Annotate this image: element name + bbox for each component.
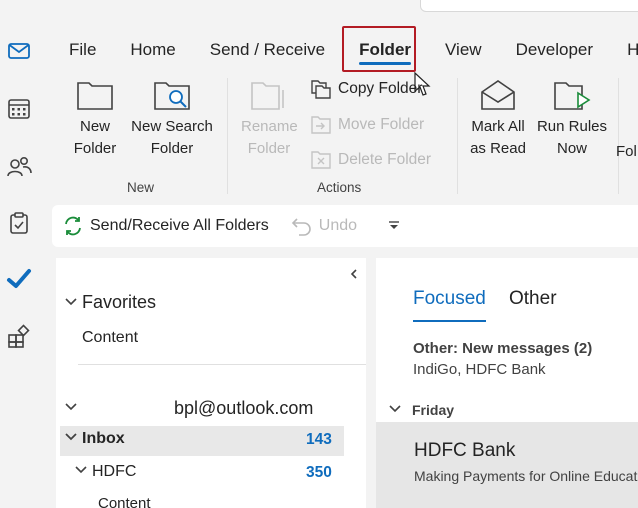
copy-folder-icon xyxy=(311,80,331,99)
chevron-down-icon xyxy=(65,433,77,441)
search-box[interactable] xyxy=(420,0,638,12)
ribbon: New Folder New Search Folder New Rename … xyxy=(52,70,638,200)
run-rules-now-label: Run Rules Now xyxy=(536,118,608,157)
copy-folder-button[interactable]: Copy Folder xyxy=(310,76,422,102)
message-list: Focused Other Other: New messages (2) In… xyxy=(376,258,638,508)
move-folder-button[interactable]: Move Folder xyxy=(310,112,424,138)
new-folder-button[interactable]: New Folder xyxy=(62,70,128,160)
tab-send-receive[interactable]: Send / Receive xyxy=(193,33,342,67)
ribbon-separator xyxy=(227,78,228,194)
hdfc-label: HDFC xyxy=(92,463,137,480)
quick-access-toolbar: Send/Receive All Folders Undo xyxy=(52,205,638,247)
todo-check-icon[interactable] xyxy=(4,264,34,294)
message-subject: Making Payments for Online Educat xyxy=(414,468,638,484)
new-folder-label: New Folder xyxy=(73,118,117,157)
chevron-down-icon xyxy=(65,403,77,411)
group-header-label: Friday xyxy=(412,402,455,418)
tab-file[interactable]: File xyxy=(52,33,113,67)
tab-other[interactable]: Other xyxy=(509,288,557,310)
undo-label: Undo xyxy=(318,217,358,234)
account-header[interactable] xyxy=(64,398,82,418)
divider xyxy=(78,364,366,365)
tab-focused[interactable]: Focused xyxy=(413,288,486,322)
calendar-icon[interactable] xyxy=(4,94,34,124)
customize-toolbar-button[interactable] xyxy=(387,219,401,233)
folder-tab-highlight xyxy=(342,26,416,72)
group-new-label: New xyxy=(127,180,155,195)
tasks-clipboard-icon[interactable] xyxy=(4,208,34,238)
copy-folder-label: Copy Folder xyxy=(338,80,423,97)
tab-view[interactable]: View xyxy=(428,33,499,67)
folder-more-label: Fol xyxy=(616,143,637,160)
folder-inbox[interactable]: Inbox xyxy=(64,430,125,448)
new-search-folder-button[interactable]: New Search Folder xyxy=(126,70,218,160)
folder-pane: Favorites Content bpl@outlook.com Inbox … xyxy=(56,258,366,508)
run-rules-icon xyxy=(554,82,591,110)
run-rules-now-button[interactable]: Run Rules Now xyxy=(534,70,610,160)
folder-more-button[interactable]: Fol xyxy=(616,141,638,163)
ribbon-separator xyxy=(457,78,458,194)
envelope-open-icon xyxy=(481,80,515,110)
inbox-label: Inbox xyxy=(82,430,125,447)
move-folder-icon xyxy=(311,116,331,134)
ribbon-separator xyxy=(618,78,619,194)
other-notice-senders: IndiGo, HDFC Bank xyxy=(413,361,546,378)
move-folder-label: Move Folder xyxy=(338,116,425,133)
rename-folder-icon xyxy=(251,82,284,110)
favorites-header[interactable]: Favorites xyxy=(64,292,156,313)
chevron-down-icon xyxy=(75,466,87,474)
app-rail xyxy=(0,0,40,508)
collapse-pane-icon[interactable] xyxy=(348,268,360,280)
new-search-folder-label: New Search Folder xyxy=(131,118,213,157)
tab-developer[interactable]: Developer xyxy=(499,33,611,67)
delete-folder-button[interactable]: Delete Folder xyxy=(310,147,431,173)
folder-icon xyxy=(77,82,113,110)
chevron-down-icon xyxy=(389,221,400,229)
delete-folder-icon xyxy=(311,151,331,169)
tab-home[interactable]: Home xyxy=(113,33,192,67)
rename-folder-label: Rename Folder xyxy=(241,118,298,157)
mail-icon[interactable] xyxy=(4,36,34,66)
delete-folder-label: Delete Folder xyxy=(338,151,432,168)
inbox-unread-count: 143 xyxy=(306,431,332,448)
send-receive-all-button[interactable]: Send/Receive All Folders xyxy=(62,215,269,237)
undo-button[interactable]: Undo xyxy=(291,215,357,237)
other-notice-title[interactable]: Other: New messages (2) xyxy=(413,340,592,357)
mark-all-as-read-button[interactable]: Mark All as Read xyxy=(464,70,532,160)
undo-icon xyxy=(291,218,311,236)
tab-help[interactable]: Help xyxy=(610,33,638,67)
hdfc-unread-count: 350 xyxy=(306,464,332,481)
favorites-label: Favorites xyxy=(82,292,157,312)
send-receive-all-label: Send/Receive All Folders xyxy=(90,217,269,234)
group-header-friday[interactable]: Friday xyxy=(388,402,454,418)
people-icon[interactable] xyxy=(4,152,34,182)
chevron-down-icon xyxy=(389,405,401,413)
message-sender: HDFC Bank xyxy=(414,440,516,461)
message-item[interactable]: HDFC Bank Making Payments for Online Edu… xyxy=(376,422,638,508)
account-email: bpl@outlook.com xyxy=(174,398,314,418)
folder-hdfc[interactable]: HDFC xyxy=(74,463,136,481)
sync-icon xyxy=(65,216,81,236)
mark-all-as-read-label: Mark All as Read xyxy=(470,118,526,157)
search-folder-icon xyxy=(154,82,190,110)
apps-icon[interactable] xyxy=(4,322,34,352)
folder-hdfc-content[interactable]: Content xyxy=(98,495,151,508)
favorites-content-item[interactable]: Content xyxy=(82,329,138,347)
chevron-down-icon xyxy=(65,298,77,306)
rename-folder-button[interactable]: Rename Folder xyxy=(236,70,302,160)
group-actions-label: Actions xyxy=(317,180,362,195)
